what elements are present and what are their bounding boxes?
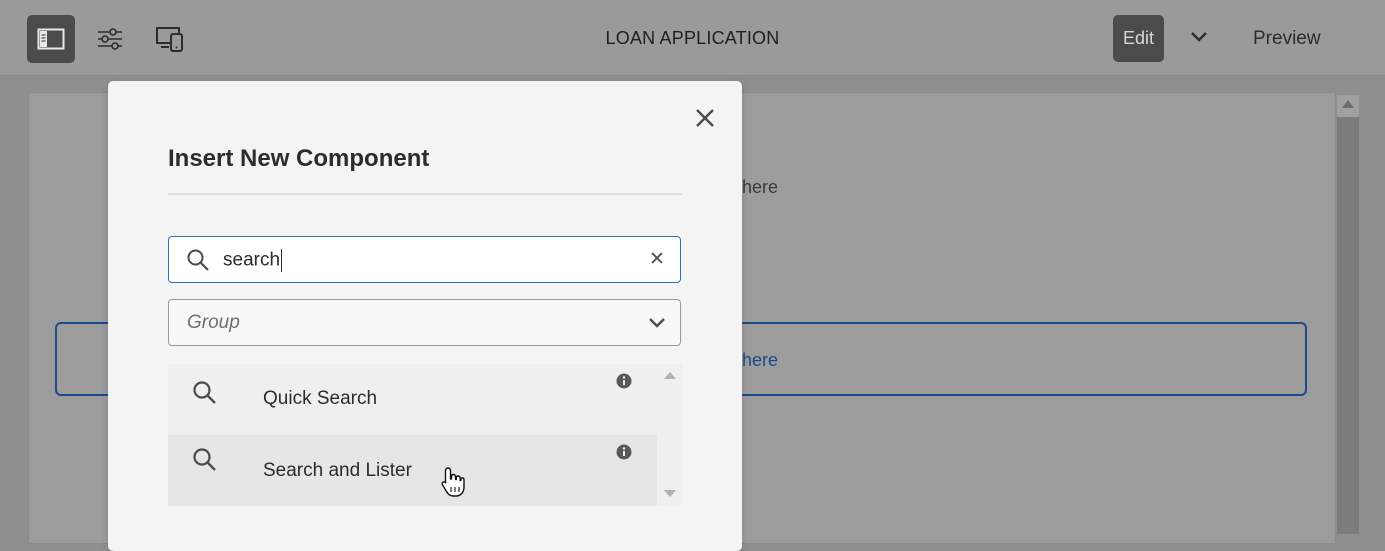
clear-search-icon[interactable] bbox=[650, 251, 664, 265]
preview-button[interactable]: Preview bbox=[1253, 28, 1321, 50]
page-title: LOAN APPLICATION bbox=[605, 28, 780, 48]
search-icon bbox=[187, 249, 209, 271]
result-label: Search and Lister bbox=[263, 460, 412, 481]
editor-toolbar: LOAN APPLICATION Edit Preview bbox=[0, 0, 1385, 76]
text-caret bbox=[281, 249, 283, 272]
chevron-down-icon bbox=[649, 318, 665, 328]
chevron-down-icon bbox=[1191, 32, 1207, 42]
insert-component-dialog: Insert New Component search Group Quick … bbox=[108, 81, 742, 551]
search-value-text: search bbox=[223, 249, 281, 271]
drag-components-placeholder-selected[interactable]: here bbox=[742, 350, 778, 371]
group-select[interactable]: Group bbox=[168, 299, 681, 346]
mode-dropdown-button[interactable] bbox=[1188, 28, 1210, 49]
title-divider bbox=[168, 193, 682, 195]
edit-mode-button[interactable]: Edit bbox=[1113, 15, 1164, 62]
info-icon[interactable] bbox=[616, 373, 632, 389]
hand-cursor-icon bbox=[441, 467, 465, 497]
close-icon bbox=[696, 109, 714, 127]
component-results-list[interactable]: Quick Search Search and Lister bbox=[168, 364, 682, 506]
results-scroll-up-arrow[interactable] bbox=[664, 372, 676, 379]
scroll-up-arrow[interactable] bbox=[1342, 100, 1354, 108]
result-label: Quick Search bbox=[263, 388, 378, 409]
info-icon[interactable] bbox=[616, 444, 632, 460]
results-scroll-down-arrow[interactable] bbox=[664, 490, 676, 497]
list-item[interactable]: Search and Lister bbox=[168, 435, 657, 506]
search-icon bbox=[193, 448, 216, 471]
component-search-input[interactable]: search bbox=[168, 236, 681, 283]
group-placeholder: Group bbox=[187, 312, 240, 333]
page-scrollbar-thumb[interactable] bbox=[1337, 117, 1359, 534]
search-icon bbox=[193, 381, 216, 404]
dialog-title: Insert New Component bbox=[168, 145, 430, 172]
close-dialog-button[interactable] bbox=[691, 104, 719, 132]
drag-components-placeholder[interactable]: here bbox=[742, 177, 778, 198]
list-item[interactable]: Quick Search bbox=[168, 364, 657, 435]
